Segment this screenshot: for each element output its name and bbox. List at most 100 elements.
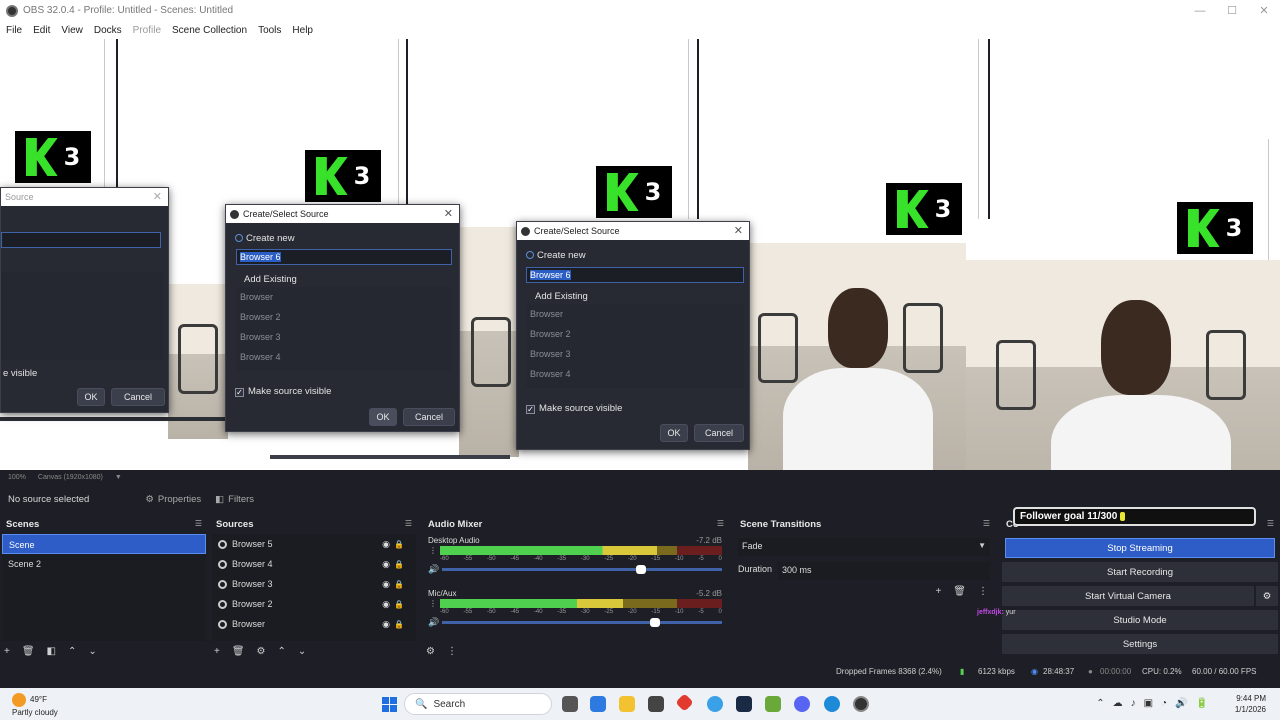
lock-icon[interactable]: 🔒 xyxy=(394,580,404,589)
menu-scene-collection[interactable]: Scene Collection xyxy=(172,25,247,36)
add-icon[interactable]: + xyxy=(214,646,220,657)
canvas-size[interactable]: Canvas (1920x1080) xyxy=(38,474,103,481)
source-name-input[interactable]: Browser 6 xyxy=(236,249,452,265)
filters-button[interactable]: ◧ Filters xyxy=(215,494,254,505)
source-item[interactable]: Browser 5 ◉ 🔒 xyxy=(212,534,416,554)
virtual-camera-settings-button[interactable]: ⚙ xyxy=(1256,586,1278,606)
existing-sources-list[interactable]: Browser Browser 2 Browser 3 Browser 4 xyxy=(236,287,452,371)
store-icon[interactable] xyxy=(648,696,664,712)
source-item[interactable]: Browser 4 ◉ 🔒 xyxy=(212,554,416,574)
existing-sources-list[interactable] xyxy=(1,272,163,360)
dock-menu-icon[interactable]: ☰ xyxy=(983,519,990,528)
trash-icon[interactable]: 🗑 xyxy=(22,646,35,657)
dock-menu-icon[interactable]: ☰ xyxy=(717,519,724,528)
more-icon[interactable]: ⋮ xyxy=(429,599,437,608)
preview-canvas[interactable]: 3 3 3 3 3 Source ✕ e visible OK Cancel C… xyxy=(0,39,1280,470)
eye-icon[interactable]: ◉ xyxy=(382,539,390,550)
add-icon[interactable]: + xyxy=(935,586,941,597)
transition-select[interactable]: Fade ▼ xyxy=(738,538,990,556)
menu-docks[interactable]: Docks xyxy=(94,25,122,36)
lock-icon[interactable]: 🔒 xyxy=(394,620,404,629)
volume-slider[interactable] xyxy=(442,565,722,574)
move-down-icon[interactable]: ⌄ xyxy=(88,646,96,657)
menu-view[interactable]: View xyxy=(61,25,83,36)
more-icon[interactable]: ⋮ xyxy=(429,546,437,555)
list-item[interactable]: Browser xyxy=(236,287,452,307)
move-up-icon[interactable]: ⌃ xyxy=(278,646,286,657)
add-icon[interactable]: + xyxy=(4,646,10,657)
list-item[interactable]: Browser 3 xyxy=(526,344,744,364)
gear-icon[interactable]: ⚙ xyxy=(257,646,266,657)
source-item[interactable]: Browser ◉ 🔒 xyxy=(212,614,416,634)
ok-button[interactable]: OK xyxy=(77,388,105,406)
list-item[interactable]: Browser 3 xyxy=(236,327,452,347)
move-down-icon[interactable]: ⌄ xyxy=(298,646,306,657)
filter-icon[interactable]: ◧ xyxy=(47,646,56,657)
create-new-radio[interactable]: Create new xyxy=(235,233,295,244)
app-icon[interactable] xyxy=(675,693,694,712)
list-item[interactable]: Browser 2 xyxy=(526,324,744,344)
cancel-button[interactable]: Cancel xyxy=(111,388,165,406)
scenes-list[interactable]: Scene Scene 2 xyxy=(2,534,206,641)
sources-list[interactable]: Browser 5 ◉ 🔒 Browser 4 ◉ 🔒 Browser 3 ◉ 🔒 Brow… xyxy=(212,534,416,641)
source-item[interactable]: Browser 2 ◉ 🔒 xyxy=(212,594,416,614)
discord-icon[interactable] xyxy=(794,696,810,712)
ok-button[interactable]: OK xyxy=(369,408,397,426)
source-name-input[interactable] xyxy=(1,232,161,248)
speaker-icon[interactable]: 🔊 xyxy=(428,564,439,575)
minimize-button[interactable]: — xyxy=(1184,0,1216,21)
studio-mode-button[interactable]: Studio Mode xyxy=(1002,610,1278,630)
task-view-icon[interactable] xyxy=(562,696,578,712)
menu-file[interactable]: File xyxy=(6,25,22,36)
copilot-icon[interactable] xyxy=(590,696,606,712)
create-new-radio[interactable]: Create new xyxy=(526,250,586,261)
close-icon[interactable]: ✕ xyxy=(444,207,453,220)
more-icon[interactable]: ⋮ xyxy=(978,586,988,597)
system-tray[interactable]: ⌃☁♪▣◔🔊🔋 xyxy=(1096,698,1216,709)
eye-icon[interactable]: ◉ xyxy=(382,619,390,630)
list-item[interactable]: Browser 4 xyxy=(526,364,744,384)
existing-sources-list[interactable]: Browser Browser 2 Browser 3 Browser 4 xyxy=(526,304,744,388)
chrome-icon[interactable] xyxy=(707,696,723,712)
duration-input[interactable]: 300 ms xyxy=(778,562,990,580)
dock-menu-icon[interactable]: ☰ xyxy=(195,519,202,528)
add-existing-radio[interactable]: Add Existing xyxy=(535,291,588,302)
menu-help[interactable]: Help xyxy=(292,25,313,36)
weather-widget[interactable]: 49°F Partly cloudy xyxy=(12,693,58,718)
lock-icon[interactable]: 🔒 xyxy=(394,600,404,609)
close-icon[interactable]: ✕ xyxy=(153,190,162,203)
file-explorer-icon[interactable] xyxy=(619,696,635,712)
menu-edit[interactable]: Edit xyxy=(33,25,50,36)
lock-icon[interactable]: 🔒 xyxy=(394,540,404,549)
speaker-icon[interactable]: 🔊 xyxy=(428,617,439,628)
edge-icon[interactable] xyxy=(824,696,840,712)
chevron-down-icon[interactable]: ▼ xyxy=(115,474,122,481)
eye-icon[interactable]: ◉ xyxy=(382,579,390,590)
trash-icon[interactable]: 🗑 xyxy=(953,586,966,597)
scene-item[interactable]: Scene 2 xyxy=(2,554,206,574)
close-icon[interactable]: ✕ xyxy=(734,224,743,237)
eye-icon[interactable]: ◉ xyxy=(382,599,390,610)
minecraft-icon[interactable] xyxy=(765,696,781,712)
start-recording-button[interactable]: Start Recording xyxy=(1002,562,1278,582)
steam-icon[interactable] xyxy=(736,696,752,712)
cancel-button[interactable]: Cancel xyxy=(403,408,455,426)
settings-button[interactable]: Settings xyxy=(1002,634,1278,654)
move-up-icon[interactable]: ⌃ xyxy=(68,646,76,657)
taskbar-search[interactable]: 🔍 Search xyxy=(404,693,552,715)
close-button[interactable]: ✕ xyxy=(1248,0,1280,21)
obs-taskbar-icon[interactable] xyxy=(853,696,869,712)
list-item[interactable]: Browser xyxy=(526,304,744,324)
ok-button[interactable]: OK xyxy=(660,424,688,442)
menu-tools[interactable]: Tools xyxy=(258,25,281,36)
properties-button[interactable]: ⚙ Properties xyxy=(145,494,201,505)
slider-knob[interactable] xyxy=(635,565,646,574)
menu-profile[interactable]: Profile xyxy=(133,25,161,36)
maximize-button[interactable]: ☐ xyxy=(1216,0,1248,21)
list-item[interactable]: Browser 2 xyxy=(236,307,452,327)
trash-icon[interactable]: 🗑 xyxy=(232,646,245,657)
windows-start-icon[interactable] xyxy=(382,697,397,712)
lock-icon[interactable]: 🔒 xyxy=(394,560,404,569)
clock[interactable]: 9:44 PM 1/1/2026 xyxy=(1235,693,1266,715)
list-item[interactable]: Browser 4 xyxy=(236,347,452,367)
